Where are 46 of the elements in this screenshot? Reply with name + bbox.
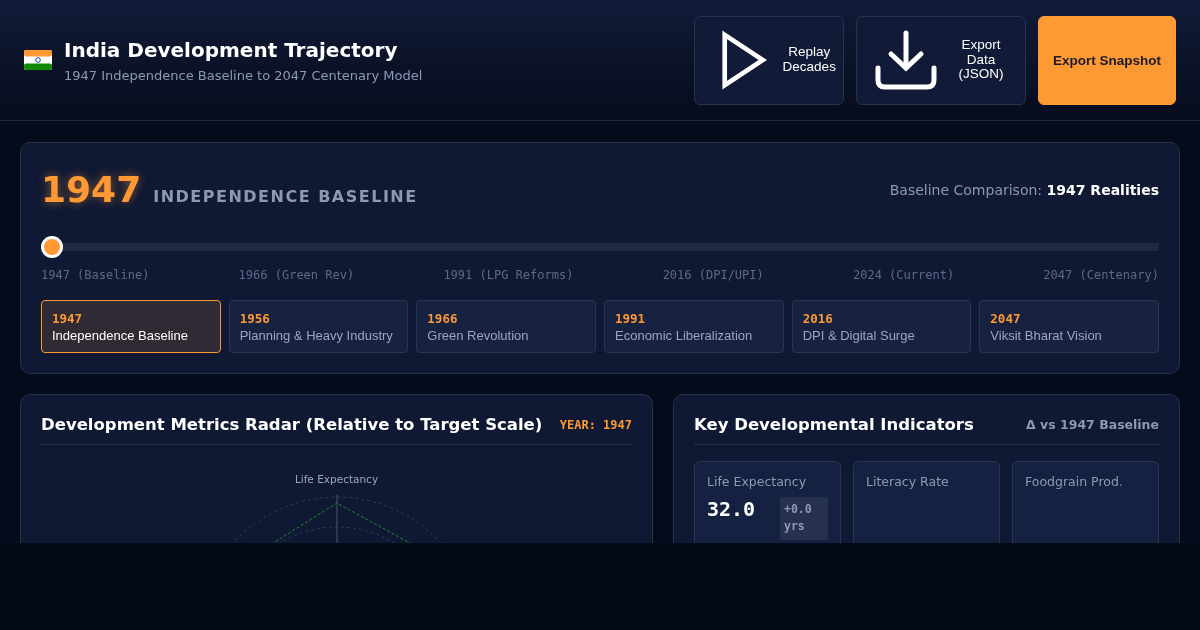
indicator-label: Foodgrain Prod. [1025, 474, 1124, 489]
indicator-label: Life Expectancy [707, 474, 808, 489]
flag-icon [24, 50, 52, 70]
tick-label: 1966 (Green Rev) [238, 268, 355, 282]
era-card[interactable]: 1956 Planning & Heavy Industry [228, 300, 409, 353]
tick-label: 1991 (LPG Reforms) [443, 268, 574, 282]
panel-title: Development Metrics Radar (Relative to Target Scale) [41, 415, 543, 434]
axis-label: Life Expectancy [294, 473, 379, 485]
era-year: 1966 [427, 310, 459, 326]
current-year: 1947 [41, 169, 142, 210]
panel-title: Key Developmental Indicators [694, 415, 974, 434]
era-year: 1991 [615, 310, 647, 326]
era-card[interactable]: 2016 DPI & Digital Surge [791, 300, 972, 353]
era-year: 2016 [802, 310, 834, 326]
indicator-label: Literacy Rate [866, 474, 950, 489]
era-year: 1956 [239, 310, 271, 326]
export-snapshot-button[interactable]: Export Snapshot [1038, 15, 1176, 105]
era-label: DPI & Digital Surge [802, 327, 916, 343]
era-card[interactable]: 1966 Green Revolution [416, 300, 596, 353]
era-label: Viksit Bharat Vision [990, 327, 1103, 343]
era-card[interactable]: 1991 Economic Liberalization [604, 300, 784, 353]
delta-note: Δ vs 1947 Baseline [1026, 417, 1159, 432]
year-label: YEAR: 1947 [559, 417, 632, 432]
tick-label: 2016 (DPI/UPI) [662, 268, 764, 282]
export-data-button[interactable]: Export Data (JSON) [856, 15, 1026, 105]
era-title: INDEPENDENCE BASELINE [153, 187, 418, 206]
tick-label: 2024 (Current) [853, 268, 955, 282]
baseline-comparison: Baseline Comparison: 1947 Realities [889, 181, 1159, 198]
delta-badge: +0.0 yrs [780, 497, 828, 540]
tick-label: 2047 (Centenary) [1043, 268, 1159, 282]
tick-label: 1947 (Baseline) [41, 268, 150, 282]
era-card[interactable]: 2047 Viksit Bharat Vision [979, 300, 1159, 353]
slider-thumb[interactable] [41, 236, 63, 258]
era-label: Green Revolution [427, 327, 530, 343]
replay-button[interactable]: Replay Decades [694, 15, 844, 105]
era-label: Independence Baseline [52, 327, 189, 343]
app-title: India Development Trajectory [64, 37, 399, 62]
era-year: 1947 [52, 310, 84, 326]
era-card[interactable]: 1947 Independence Baseline [41, 300, 221, 353]
app-subtitle: 1947 Independence Baseline to 2047 Centenary Model [64, 67, 423, 83]
download-icon [875, 30, 937, 90]
era-year: 2047 [990, 310, 1022, 326]
play-icon [721, 29, 768, 91]
era-label: Economic Liberalization [615, 327, 754, 343]
era-label: Planning & Heavy Industry [239, 327, 394, 343]
indicator-value: 32.0 [707, 497, 756, 521]
